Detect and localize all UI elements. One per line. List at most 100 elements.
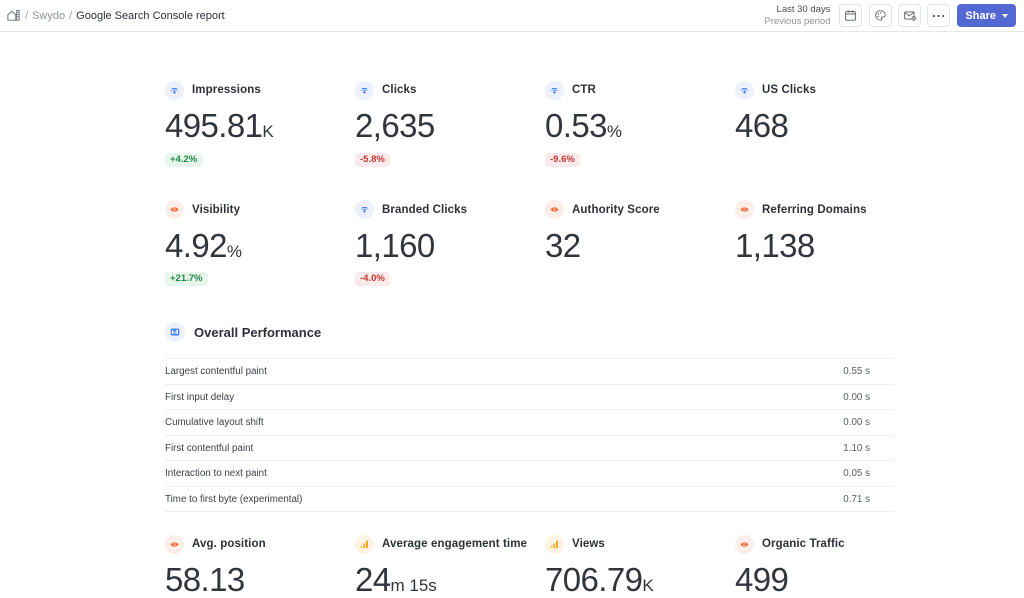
google-search-console-icon — [735, 80, 754, 100]
kpi-title: Clicks — [382, 84, 417, 96]
kpi-title: Visibility — [192, 203, 241, 216]
performance-metrics-table: Largest contentful paint 0.55 s First in… — [165, 358, 894, 512]
email-button[interactable] — [898, 4, 922, 27]
calendar-button[interactable] — [839, 4, 863, 27]
more-options-button[interactable] — [927, 4, 951, 27]
table-row: Cumulative layout shift 0.00 s — [165, 410, 894, 436]
kpi-unit: K — [262, 122, 274, 141]
kpi-title: Average engagement time — [382, 538, 528, 551]
breadcrumb-current-page: Google Search Console report — [76, 9, 225, 22]
metric-name: First contentful paint — [165, 442, 254, 454]
kpi-value: 495.81K — [165, 107, 274, 144]
kpi-card-avg-position[interactable]: Avg. position 58.13 -30.3% — [165, 534, 355, 598]
envelope-icon — [903, 9, 917, 22]
kpi-card-visibility[interactable]: Visibility 4.92% +21.7% — [165, 200, 355, 287]
kpi-header: Average engagement time — [355, 534, 535, 554]
kpi-value: 1,160 — [355, 226, 435, 264]
kpi-title: Organic Traffic — [762, 538, 845, 551]
report-canvas: Impressions 495.81K +4.2% Clicks 2,635 -… — [0, 80, 1024, 598]
section-header: Overall Performance — [165, 322, 1024, 343]
kpi-card-authority-score[interactable]: Authority Score 32 — [545, 200, 735, 287]
kpi-value: 24m 15s — [355, 561, 437, 598]
section-title: Overall Performance — [194, 324, 322, 340]
kpi-row-3: Avg. position 58.13 -30.3% Average engag… — [0, 534, 1024, 598]
table-row: Time to first byte (experimental) 0.71 s — [165, 486, 894, 512]
kpi-title: Impressions — [192, 84, 261, 96]
kpi-delta-badge: -9.6% — [545, 152, 580, 167]
table-row: Interaction to next paint 0.05 s — [165, 461, 894, 487]
chevron-down-icon — [1002, 13, 1008, 18]
semrush-icon — [165, 534, 184, 554]
kpi-card-average-engagement-time[interactable]: Average engagement time 24m 15s +4.6% — [355, 534, 545, 598]
table-row: Largest contentful paint 0.55 s — [165, 358, 894, 385]
home-dashboard-icon[interactable] — [6, 8, 21, 23]
kpi-row-1: Impressions 495.81K +4.2% Clicks 2,635 -… — [0, 80, 1024, 167]
kpi-value: 468 — [735, 107, 789, 144]
kpi-title: Referring Domains — [762, 203, 867, 216]
kpi-value: 32 — [545, 226, 581, 264]
kpi-delta-badge: +4.2% — [165, 152, 203, 167]
metric-name: Time to first byte (experimental) — [165, 493, 303, 505]
kpi-card-branded-clicks[interactable]: Branded Clicks 1,160 -4.0% — [355, 200, 545, 287]
kpi-delta-badge: -4.0% — [355, 272, 390, 287]
kpi-unit: % — [606, 122, 622, 141]
google-search-console-icon — [355, 80, 374, 100]
breadcrumb-separator-2: / — [69, 9, 73, 22]
kpi-delta-badge: +21.7% — [165, 272, 208, 287]
kpi-title: US Clicks — [762, 84, 816, 96]
header-actions: Last 30 days Previous period Share — [764, 4, 1016, 28]
metric-value: 0.00 s — [843, 391, 870, 403]
semrush-icon — [735, 534, 754, 554]
kpi-unit: m 15s — [390, 576, 437, 596]
kpi-title: Views — [572, 538, 605, 551]
google-search-console-icon — [545, 80, 564, 100]
kpi-card-clicks[interactable]: Clicks 2,635 -5.8% — [355, 80, 545, 167]
share-button-label: Share — [965, 9, 996, 22]
date-range-label[interactable]: Last 30 days Previous period — [764, 4, 830, 28]
date-range-comparison: Previous period — [764, 15, 831, 27]
kpi-card-organic-traffic[interactable]: Organic Traffic 499 — [735, 534, 925, 598]
share-button[interactable]: Share — [957, 4, 1016, 27]
kpi-value: 1,138 — [735, 226, 815, 264]
google-analytics-icon — [545, 534, 564, 554]
kpi-unit: K — [642, 576, 654, 596]
kpi-card-views[interactable]: Views 706.79K — [545, 534, 735, 598]
kpi-value: 4.92% — [165, 226, 242, 264]
date-range-primary: Last 30 days — [776, 3, 831, 15]
kpi-value: 499 — [735, 561, 789, 598]
kpi-unit: % — [226, 241, 242, 261]
kpi-header: CTR — [545, 80, 725, 100]
breadcrumb-workspace[interactable]: Swydo — [32, 10, 65, 22]
kpi-value: 706.79K — [545, 561, 654, 598]
kpi-value: 2,635 — [355, 107, 435, 144]
metric-value: 0.55 s — [843, 366, 870, 378]
kpi-card-us-clicks[interactable]: US Clicks 468 — [735, 80, 925, 167]
metric-name: Largest contentful paint — [165, 366, 267, 378]
metric-name: Interaction to next paint — [165, 468, 267, 480]
pagespeed-icon — [165, 322, 185, 343]
kpi-card-referring-domains[interactable]: Referring Domains 1,138 — [735, 200, 925, 287]
kpi-card-impressions[interactable]: Impressions 495.81K +4.2% — [165, 80, 355, 167]
kpi-title: Branded Clicks — [382, 203, 468, 216]
kpi-value: 0.53% — [545, 107, 622, 144]
metric-value: 0.05 s — [843, 468, 870, 480]
google-analytics-icon — [355, 534, 374, 554]
kpi-header: US Clicks — [735, 80, 915, 100]
metric-name: Cumulative layout shift — [165, 417, 264, 429]
kpi-header: Views — [545, 534, 725, 554]
kpi-card-ctr[interactable]: CTR 0.53% -9.6% — [545, 80, 735, 167]
kpi-value: 58.13 — [165, 561, 245, 598]
metric-value: 0.71 s — [843, 493, 870, 505]
theme-button[interactable] — [869, 4, 893, 27]
breadcrumb-separator-1: / — [25, 9, 29, 22]
calendar-icon — [844, 9, 857, 22]
tool-button-group — [869, 4, 951, 27]
breadcrumb: / Swydo / Google Search Console report — [6, 8, 225, 23]
google-search-console-icon — [165, 80, 184, 100]
table-row: First input delay 0.00 s — [165, 384, 894, 410]
google-search-console-icon — [355, 200, 374, 220]
kpi-row-2: Visibility 4.92% +21.7% Branded Clicks 1… — [0, 200, 1024, 287]
semrush-icon — [735, 200, 754, 220]
kpi-header: Organic Traffic — [735, 534, 915, 554]
semrush-icon — [165, 200, 184, 220]
